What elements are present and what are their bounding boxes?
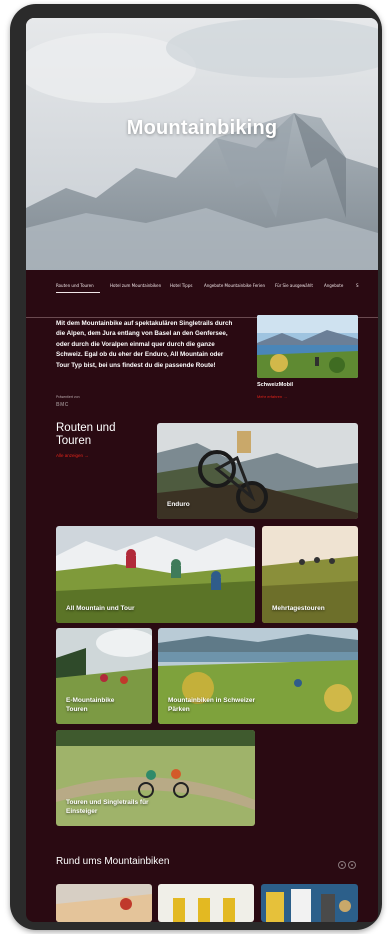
promo-title[interactable]: SchweizMobil: [257, 382, 293, 388]
card-all-mountain[interactable]: All Mountain und Tour: [56, 526, 255, 623]
tab-offers[interactable]: Angebote: [324, 283, 343, 288]
presented-by-label: Präsentiert von: [56, 395, 80, 399]
carousel-card-3[interactable]: [261, 884, 358, 922]
promo-image[interactable]: [257, 315, 358, 378]
card-e-mtb-label: E-Mountainbike Touren: [66, 697, 115, 713]
routes-section-title: Routen und Touren: [56, 422, 115, 448]
card-multi-day-label: Mehrtagestouren: [272, 605, 325, 612]
card-parks[interactable]: Mountainbiken in Schweizer Pärken: [158, 628, 358, 724]
page-title: Mountainbiking: [126, 117, 278, 139]
tab-more[interactable]: S: [356, 283, 359, 288]
card-all-mountain-label: All Mountain und Tour: [66, 605, 135, 612]
routes-title-line2: Touren: [56, 435, 92, 447]
carousel-card-1[interactable]: [56, 884, 152, 922]
sponsor-logo[interactable]: BMC: [56, 402, 69, 408]
intro-paragraph: Mit dem Mountainbike auf spektakulären S…: [56, 320, 233, 369]
promo-link[interactable]: Mehr erfahren →: [257, 394, 287, 399]
active-tab-indicator: [56, 292, 100, 293]
carousel-prev-button[interactable]: [338, 861, 346, 869]
hero-mountain-image: [26, 18, 378, 270]
card-enduro[interactable]: Enduro: [157, 423, 358, 519]
carousel-next-button[interactable]: [348, 861, 356, 869]
show-all-link[interactable]: Alle anzeigen →: [56, 453, 89, 458]
card-parks-label: Mountainbiken in Schweizer Pärken: [168, 697, 256, 713]
card-multi-day[interactable]: Mehrtagestouren: [262, 526, 358, 623]
routes-title-line1: Routen und: [56, 422, 116, 434]
tab-routes[interactable]: Routen und Touren: [56, 283, 94, 288]
card-e-mtb[interactable]: E-Mountainbike Touren: [56, 628, 152, 724]
around-mtb-title: Rund ums Mountainbiken: [56, 856, 170, 867]
card-beginners-label: Touren und Singletrails für Einsteiger: [66, 799, 149, 815]
tab-hotel-tips[interactable]: Hotel Tipps: [170, 283, 192, 288]
tab-selected[interactable]: Für Sie ausgewählt: [275, 283, 313, 288]
tab-offers-holidays[interactable]: Angebote Mountainbike Ferien: [204, 283, 265, 288]
card-enduro-label: Enduro: [167, 501, 190, 508]
tab-hotel-mtb[interactable]: Hotel zum Mountainbiken: [110, 283, 161, 288]
card-beginners[interactable]: Touren und Singletrails für Einsteiger: [56, 730, 255, 826]
carousel-card-2[interactable]: [158, 884, 254, 922]
hero-banner: Mountainbiking: [26, 18, 378, 270]
section-tabs: Routen und Touren Hotel zum Mountainbike…: [26, 270, 378, 318]
phone-screen: Mountainbiking Routen und Touren Hotel z…: [26, 18, 378, 922]
